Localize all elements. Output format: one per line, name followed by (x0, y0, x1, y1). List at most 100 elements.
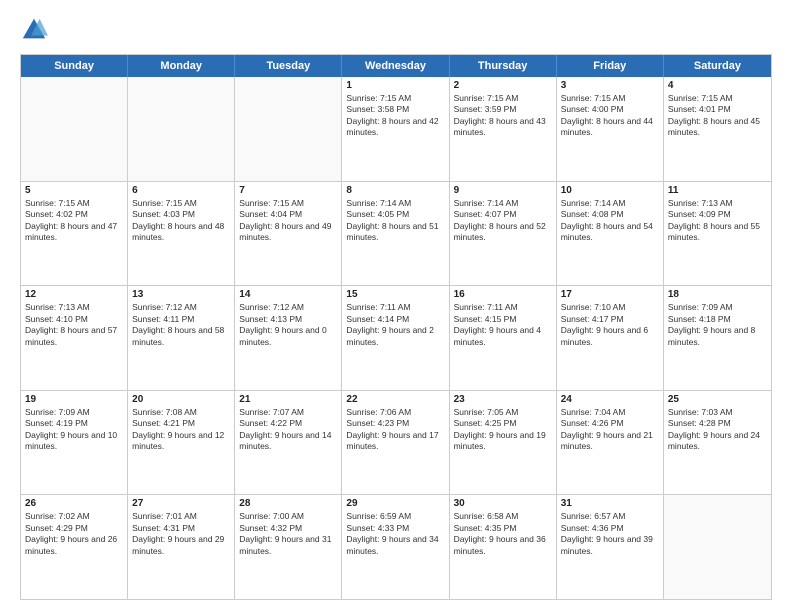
calendar-cell: 14 Sunrise: 7:12 AM Sunset: 4:13 PM Dayli… (235, 286, 342, 390)
header (20, 16, 772, 44)
calendar-cell: 31 Sunrise: 6:57 AM Sunset: 4:36 PM Dayli… (557, 495, 664, 599)
day-number: 27 (132, 498, 230, 509)
day-number: 21 (239, 394, 337, 405)
day-number: 1 (346, 80, 444, 91)
cell-info: Sunrise: 7:00 AM Sunset: 4:32 PM Dayligh… (239, 511, 337, 557)
calendar-cell: 20Sunrise: 7:08 AM Sunset: 4:21 PM Dayli… (128, 391, 235, 495)
day-number: 9 (454, 185, 552, 196)
day-number: 24 (561, 394, 659, 405)
calendar-cell: 9 Sunrise: 7:14 AM Sunset: 4:07 PM Daylig… (450, 182, 557, 286)
calendar-cell: 25Sunrise: 7:03 AM Sunset: 4:28 PM Dayli… (664, 391, 771, 495)
weekday-header: Monday (128, 55, 235, 77)
cell-info: Sunrise: 7:04 AM Sunset: 4:26 PM Dayligh… (561, 407, 659, 453)
logo-icon (20, 16, 48, 44)
weekday-header: Sunday (21, 55, 128, 77)
calendar-header: SundayMondayTuesdayWednesdayThursdayFrid… (21, 55, 771, 77)
day-number: 28 (239, 498, 337, 509)
cell-info: Sunrise: 7:15 AM Sunset: 4:00 PM Dayligh… (561, 93, 659, 139)
day-number: 5 (25, 185, 123, 196)
weekday-header: Thursday (450, 55, 557, 77)
day-number: 29 (346, 498, 444, 509)
weekday-header: Wednesday (342, 55, 449, 77)
calendar-cell: 16Sunrise: 7:11 AM Sunset: 4:15 PM Dayli… (450, 286, 557, 390)
calendar-row: 1 Sunrise: 7:15 AM Sunset: 3:58 PM Daylig… (21, 77, 771, 181)
calendar-cell: 29 Sunrise: 6:59 AM Sunset: 4:33 PM Dayli… (342, 495, 449, 599)
calendar-cell: 11 Sunrise: 7:13 AM Sunset: 4:09 PM Dayli… (664, 182, 771, 286)
cell-info: Sunrise: 7:15 AM Sunset: 4:01 PM Dayligh… (668, 93, 767, 139)
day-number: 12 (25, 289, 123, 300)
day-number: 11 (668, 185, 767, 196)
day-number: 14 (239, 289, 337, 300)
cell-info: Sunrise: 7:10 AM Sunset: 4:17 PM Dayligh… (561, 302, 659, 348)
cell-info: Sunrise: 6:58 AM Sunset: 4:35 PM Dayligh… (454, 511, 552, 557)
weekday-header: Saturday (664, 55, 771, 77)
calendar-cell: 19 Sunrise: 7:09 AM Sunset: 4:19 PM Dayli… (21, 391, 128, 495)
day-number: 31 (561, 498, 659, 509)
cell-info: Sunrise: 7:14 AM Sunset: 4:07 PM Dayligh… (454, 198, 552, 244)
cell-info: Sunrise: 6:59 AM Sunset: 4:33 PM Dayligh… (346, 511, 444, 557)
calendar-cell: 2 Sunrise: 7:15 AM Sunset: 3:59 PM Daylig… (450, 77, 557, 181)
calendar-cell: 24 Sunrise: 7:04 AM Sunset: 4:26 PM Dayli… (557, 391, 664, 495)
calendar-cell: 4 Sunrise: 7:15 AM Sunset: 4:01 PM Daylig… (664, 77, 771, 181)
calendar-cell (235, 77, 342, 181)
calendar-cell: 6Sunrise: 7:15 AM Sunset: 4:03 PM Daylig… (128, 182, 235, 286)
day-number: 16 (454, 289, 552, 300)
calendar-row: 26 Sunrise: 7:02 AM Sunset: 4:29 PM Dayli… (21, 494, 771, 599)
calendar-cell: 23Sunrise: 7:05 AM Sunset: 4:25 PM Dayli… (450, 391, 557, 495)
calendar-cell (21, 77, 128, 181)
cell-info: Sunrise: 7:14 AM Sunset: 4:08 PM Dayligh… (561, 198, 659, 244)
calendar-cell: 12 Sunrise: 7:13 AM Sunset: 4:10 PM Dayli… (21, 286, 128, 390)
calendar-cell: 21Sunrise: 7:07 AM Sunset: 4:22 PM Dayli… (235, 391, 342, 495)
calendar-cell: 15Sunrise: 7:11 AM Sunset: 4:14 PM Dayli… (342, 286, 449, 390)
calendar-cell: 5Sunrise: 7:15 AM Sunset: 4:02 PM Daylig… (21, 182, 128, 286)
cell-info: Sunrise: 7:09 AM Sunset: 4:18 PM Dayligh… (668, 302, 767, 348)
cell-info: Sunrise: 7:11 AM Sunset: 4:14 PM Dayligh… (346, 302, 444, 348)
cell-info: Sunrise: 7:15 AM Sunset: 3:59 PM Dayligh… (454, 93, 552, 139)
cell-info: Sunrise: 7:12 AM Sunset: 4:13 PM Dayligh… (239, 302, 337, 348)
logo (20, 16, 50, 44)
day-number: 10 (561, 185, 659, 196)
day-number: 7 (239, 185, 337, 196)
cell-info: Sunrise: 7:03 AM Sunset: 4:28 PM Dayligh… (668, 407, 767, 453)
calendar-cell (664, 495, 771, 599)
day-number: 19 (25, 394, 123, 405)
calendar-cell: 18 Sunrise: 7:09 AM Sunset: 4:18 PM Dayli… (664, 286, 771, 390)
calendar-cell: 1 Sunrise: 7:15 AM Sunset: 3:58 PM Daylig… (342, 77, 449, 181)
cell-info: Sunrise: 7:09 AM Sunset: 4:19 PM Dayligh… (25, 407, 123, 453)
weekday-header: Tuesday (235, 55, 342, 77)
cell-info: Sunrise: 7:15 AM Sunset: 3:58 PM Dayligh… (346, 93, 444, 139)
cell-info: Sunrise: 7:13 AM Sunset: 4:10 PM Dayligh… (25, 302, 123, 348)
day-number: 3 (561, 80, 659, 91)
day-number: 8 (346, 185, 444, 196)
cell-info: Sunrise: 7:15 AM Sunset: 4:04 PM Dayligh… (239, 198, 337, 244)
cell-info: Sunrise: 7:06 AM Sunset: 4:23 PM Dayligh… (346, 407, 444, 453)
day-number: 2 (454, 80, 552, 91)
calendar-cell: 7 Sunrise: 7:15 AM Sunset: 4:04 PM Daylig… (235, 182, 342, 286)
day-number: 30 (454, 498, 552, 509)
weekday-header: Friday (557, 55, 664, 77)
day-number: 26 (25, 498, 123, 509)
day-number: 17 (561, 289, 659, 300)
calendar-cell: 3 Sunrise: 7:15 AM Sunset: 4:00 PM Daylig… (557, 77, 664, 181)
day-number: 20 (132, 394, 230, 405)
cell-info: Sunrise: 6:57 AM Sunset: 4:36 PM Dayligh… (561, 511, 659, 557)
day-number: 18 (668, 289, 767, 300)
calendar-cell: 13 Sunrise: 7:12 AM Sunset: 4:11 PM Dayli… (128, 286, 235, 390)
cell-info: Sunrise: 7:13 AM Sunset: 4:09 PM Dayligh… (668, 198, 767, 244)
calendar-cell: 22 Sunrise: 7:06 AM Sunset: 4:23 PM Dayli… (342, 391, 449, 495)
calendar-body: 1 Sunrise: 7:15 AM Sunset: 3:58 PM Daylig… (21, 77, 771, 599)
day-number: 23 (454, 394, 552, 405)
day-number: 13 (132, 289, 230, 300)
calendar: SundayMondayTuesdayWednesdayThursdayFrid… (20, 54, 772, 600)
calendar-cell: 27 Sunrise: 7:01 AM Sunset: 4:31 PM Dayli… (128, 495, 235, 599)
calendar-cell: 10 Sunrise: 7:14 AM Sunset: 4:08 PM Dayli… (557, 182, 664, 286)
day-number: 4 (668, 80, 767, 91)
calendar-cell: 8Sunrise: 7:14 AM Sunset: 4:05 PM Daylig… (342, 182, 449, 286)
calendar-cell (128, 77, 235, 181)
cell-info: Sunrise: 7:01 AM Sunset: 4:31 PM Dayligh… (132, 511, 230, 557)
calendar-cell: 26 Sunrise: 7:02 AM Sunset: 4:29 PM Dayli… (21, 495, 128, 599)
day-number: 22 (346, 394, 444, 405)
cell-info: Sunrise: 7:02 AM Sunset: 4:29 PM Dayligh… (25, 511, 123, 557)
calendar-row: 12 Sunrise: 7:13 AM Sunset: 4:10 PM Dayli… (21, 285, 771, 390)
cell-info: Sunrise: 7:12 AM Sunset: 4:11 PM Dayligh… (132, 302, 230, 348)
